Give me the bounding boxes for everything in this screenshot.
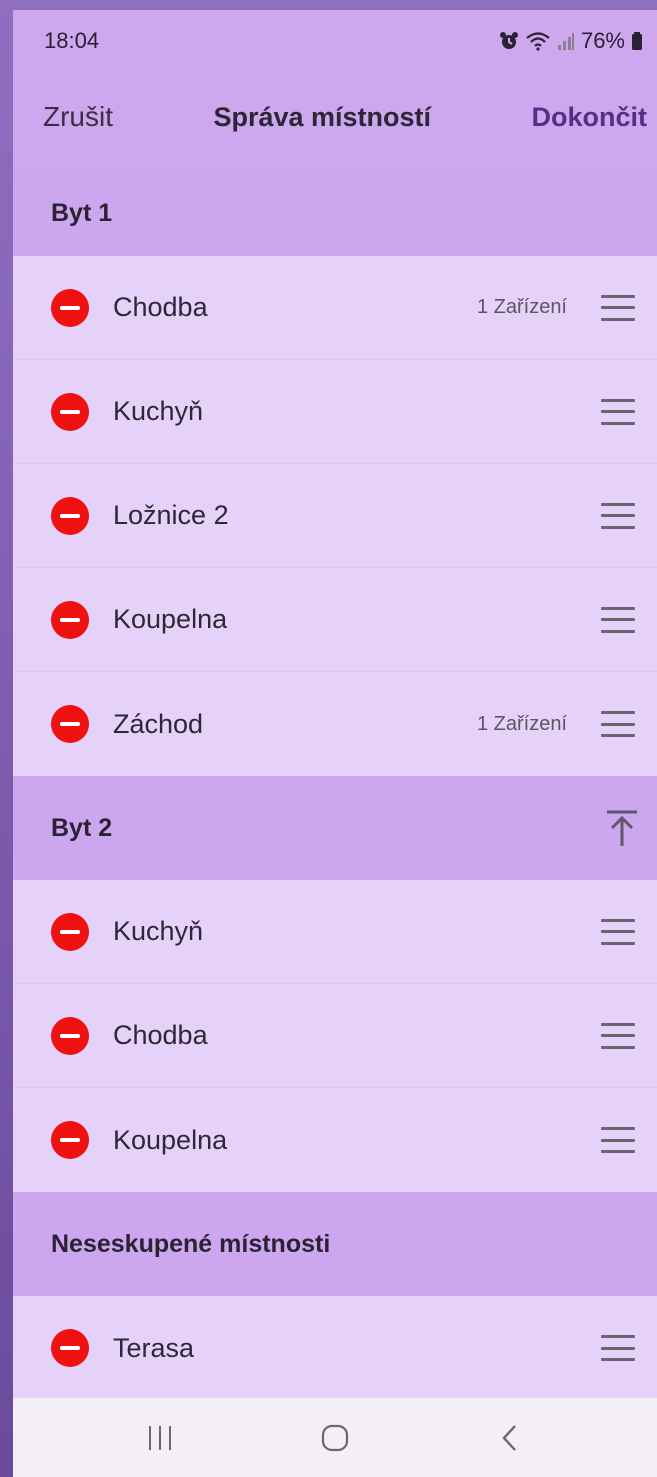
remove-icon[interactable] [51, 288, 89, 327]
room-name: Koupelna [113, 604, 228, 634]
page-title: Správa místností [213, 101, 432, 132]
cancel-button[interactable]: Zrušit [43, 101, 113, 133]
room-name: Terasa [113, 1332, 195, 1363]
section-title: Neseskupené místnosti [51, 1229, 331, 1258]
room-name: Kuchyň [113, 396, 204, 426]
drag-handle-icon[interactable] [601, 1127, 635, 1153]
room-name: Koupelna [113, 1124, 228, 1155]
section-header-byt-1: Byt 1 [13, 170, 657, 256]
back-icon[interactable] [480, 1408, 540, 1468]
list-item[interactable]: Koupelna [13, 1088, 657, 1192]
section-title: Byt 2 [51, 813, 113, 842]
device-count: 1 Zařízení [476, 712, 567, 735]
room-group-byt-1: Chodba 1 Zařízení Kuchyň Ložnice 2 Koupe… [13, 256, 657, 776]
list-item[interactable]: Záchod 1 Zařízení [13, 672, 657, 776]
list-item[interactable]: Chodba 1 Zařízení [13, 256, 657, 360]
drag-handle-icon[interactable] [601, 1022, 635, 1049]
section-header-ungrouped: Neseskupené místnosti [13, 1192, 657, 1296]
list-item[interactable]: Ložnice 2 [13, 464, 657, 568]
wifi-icon [526, 32, 550, 51]
home-icon[interactable] [305, 1408, 365, 1468]
remove-icon[interactable] [51, 1016, 89, 1055]
status-time: 18:04 [44, 28, 100, 53]
phone-screen: 18:04 76% Zrušit Správa místností Dokonč… [13, 10, 657, 1477]
system-nav-bar [13, 1398, 657, 1477]
battery-icon [632, 32, 642, 50]
top-bar: Zrušit Správa místností Dokončit [13, 72, 657, 162]
remove-icon[interactable] [51, 392, 89, 431]
remove-icon[interactable] [51, 600, 89, 639]
battery-percent: 76% [580, 28, 625, 53]
list-item[interactable]: Terasa [13, 1296, 657, 1400]
room-name: Chodba [113, 1020, 208, 1050]
room-name: Ložnice 2 [113, 500, 229, 530]
list-item[interactable]: Chodba [13, 984, 657, 1088]
list-item[interactable]: Kuchyň [13, 360, 657, 464]
section-title: Byt 1 [51, 198, 113, 227]
drag-handle-icon[interactable] [601, 502, 635, 529]
remove-icon[interactable] [51, 705, 89, 743]
section-header-byt-2: Byt 2 [13, 776, 657, 880]
status-icons: 76% [499, 28, 643, 54]
drag-handle-icon[interactable] [601, 1335, 635, 1361]
room-group-ungrouped: Terasa [13, 1296, 657, 1400]
room-list: Byt 1 Chodba 1 Zařízení Kuchyň Ložnice 2 [13, 170, 657, 1400]
recents-icon[interactable] [130, 1408, 190, 1468]
room-name: Chodba [113, 292, 208, 322]
drag-handle-icon[interactable] [601, 606, 635, 633]
move-to-top-icon[interactable] [605, 808, 639, 848]
drag-handle-icon[interactable] [601, 398, 635, 425]
list-item[interactable]: Koupelna [13, 568, 657, 672]
remove-icon[interactable] [51, 496, 89, 535]
room-group-byt-2: Kuchyň Chodba Koupelna [13, 880, 657, 1192]
remove-icon[interactable] [51, 1329, 89, 1367]
done-button[interactable]: Dokončit [531, 102, 647, 133]
remove-icon[interactable] [51, 1121, 89, 1159]
alarm-icon [499, 32, 518, 49]
signal-icon [557, 33, 574, 50]
drag-handle-icon[interactable] [601, 294, 635, 321]
device-count: 1 Zařízení [476, 296, 567, 318]
drag-handle-icon[interactable] [601, 711, 635, 737]
room-name: Kuchyň [113, 916, 204, 946]
status-bar: 18:04 76% [13, 10, 657, 72]
list-item[interactable]: Kuchyň [13, 880, 657, 984]
remove-icon[interactable] [51, 912, 89, 951]
drag-handle-icon[interactable] [601, 918, 635, 945]
room-name: Záchod [113, 708, 204, 739]
